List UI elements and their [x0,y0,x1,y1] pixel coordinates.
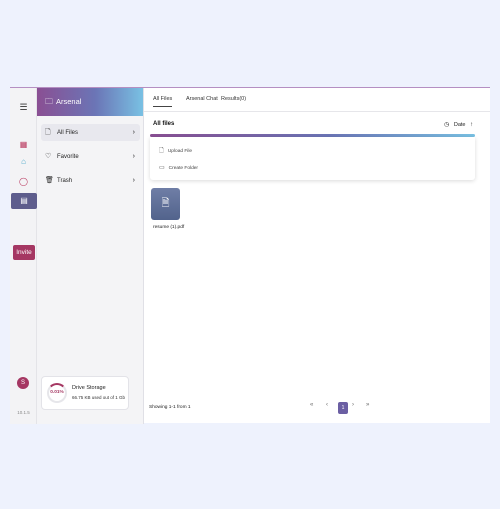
grid-icon[interactable]: ▦ [10,140,37,150]
page-button-current[interactable]: 1 [338,402,348,414]
nav-item-favorite[interactable]: ♡ Favorite › [41,148,140,165]
nav-item-label: Favorite [57,154,79,160]
storage-detail: 66.75 KB used out of 1 Gb [72,395,126,400]
invite-button[interactable]: Invite [13,245,35,260]
trash-icon: 🗑 [45,177,54,184]
folder-icon: 🗀 [45,97,53,106]
file-thumbnail[interactable]: 🗎 [151,188,180,220]
first-page-icon[interactable]: « [310,402,313,408]
create-folder-option[interactable]: ▭ Create Folder [159,164,198,173]
previous-page-icon[interactable]: ‹ [326,402,328,408]
actions-dropdown: 🗋 Upload File ▭ Create Folder [150,137,475,180]
icon-rail: ☰ ▦ ⌂ ◯ ▤ Invite S 10.1.5 [10,88,37,424]
folder-panel: 🗀 Arsenal 🗋 All Files › ♡ Favorite › 🗑 Trash… [37,88,144,424]
chat-icon[interactable]: ◯ [10,177,37,187]
avatar[interactable]: S [17,377,29,389]
nav-item-label: All Files [57,130,79,136]
next-page-icon[interactable]: › [352,402,354,408]
date-sort-control[interactable]: ◷ Date ↑ [441,121,476,128]
upload-file-label: Upload File [167,149,193,154]
nav-item-trash[interactable]: 🗑 Trash › [41,172,140,189]
main-content: All Files Arsenal Chat Results(0) All fi… [144,88,490,424]
version-label: 10.1.5 [17,410,30,415]
nav-item-label: Trash [57,178,73,184]
document-icon: 🗎 [161,198,170,209]
chevron-right-icon: › [132,129,135,136]
sort-label: Date [453,122,466,128]
chevron-right-icon: › [132,153,135,160]
panel-title: Arsenal [56,97,82,106]
home-icon[interactable]: ⌂ [10,157,37,167]
tab-all-files[interactable]: All Files [153,96,173,107]
storage-title: Drive Storage [72,385,106,391]
file-name[interactable]: resume (1).pdf [153,225,184,230]
menu-icon[interactable]: ☰ [10,102,37,112]
heart-icon: ♡ [45,153,52,160]
tab-results[interactable]: Results(0) [221,96,246,102]
upload-file-option[interactable]: 🗋 Upload File [159,147,192,156]
folder-icon: ▭ [159,165,165,171]
arrow-up-icon: ↑ [470,122,473,128]
drive-storage-card: 0.01% Drive Storage 66.75 KB used out of… [41,376,129,410]
tab-bar: All Files Arsenal Chat Results(0) [144,88,490,112]
upload-icon: 🗋 [159,148,164,154]
nav-item-all-files[interactable]: 🗋 All Files › [41,124,140,141]
create-folder-label: Create Folder [168,166,198,171]
clock-icon: ◷ [444,122,450,128]
panel-header: 🗀 Arsenal [37,88,143,116]
file-icon: 🗋 [45,129,51,136]
app-window: ☰ ▦ ⌂ ◯ ▤ Invite S 10.1.5 🗀 Arsenal 🗋 All … [10,87,490,424]
storage-ring: 0.01% [47,383,67,403]
pagination-summary: Showing 1-1 from 1 [149,405,191,410]
chevron-right-icon: › [132,177,135,184]
folder-icon[interactable]: ▤ [11,193,37,209]
tab-arsenal-chat[interactable]: Arsenal Chat [186,96,218,102]
section-title: All files [153,121,175,127]
last-page-icon[interactable]: » [366,402,369,408]
